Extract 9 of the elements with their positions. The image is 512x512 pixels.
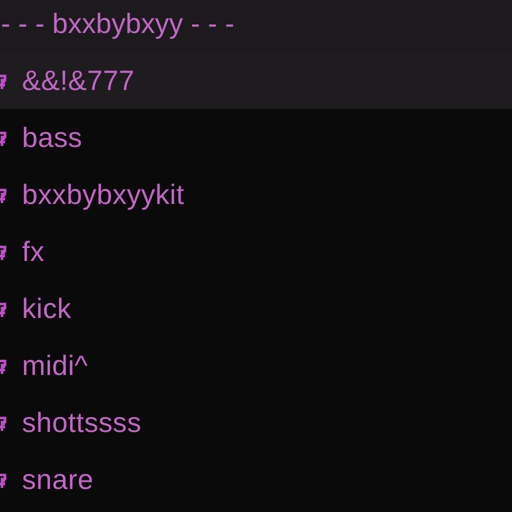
folder-name[interactable]: fx	[22, 236, 44, 268]
folder-name[interactable]: bass	[22, 122, 82, 154]
folder-name[interactable]: &&!&777	[22, 64, 135, 96]
folder-name[interactable]: snare	[22, 464, 94, 496]
folder-name[interactable]: shottssss	[22, 406, 142, 438]
folder-name[interactable]: bxxbybxyykit	[22, 178, 184, 210]
folder-name[interactable]: kick	[22, 292, 72, 324]
folder-name[interactable]: midi^	[22, 350, 88, 382]
header-title: - - - bxxbybxyy - - -	[1, 8, 234, 40]
